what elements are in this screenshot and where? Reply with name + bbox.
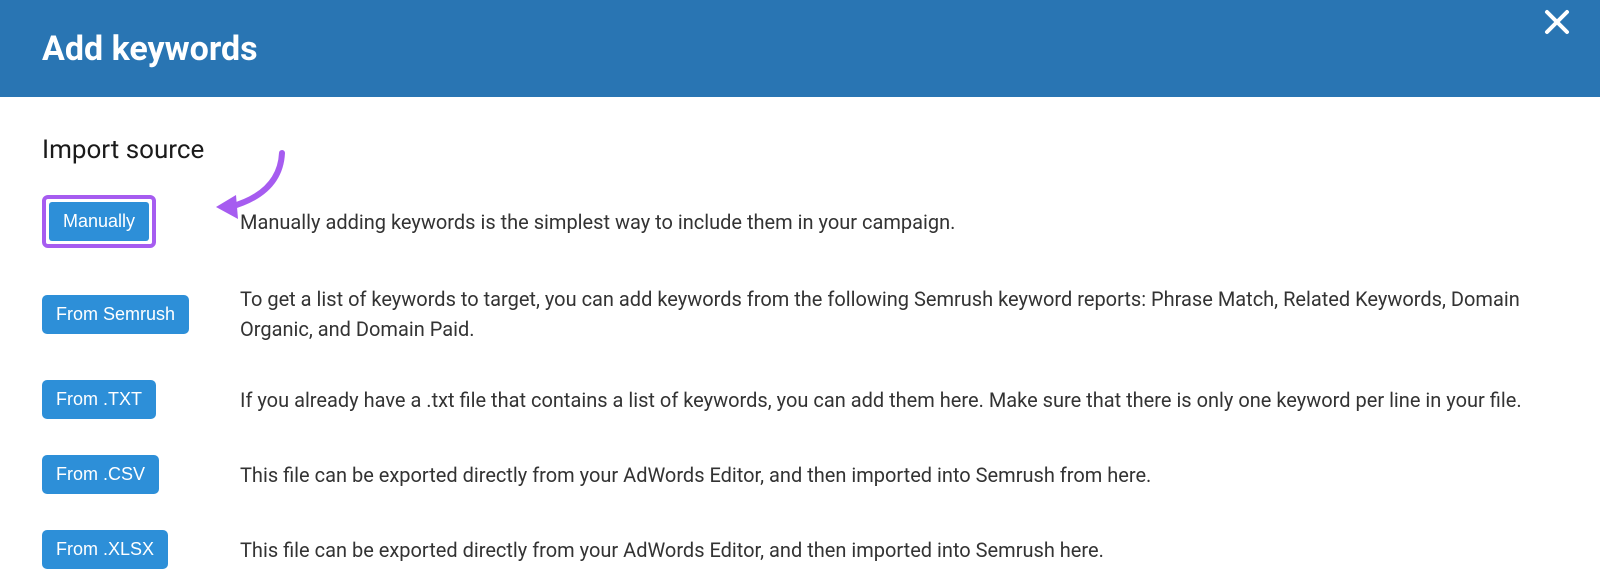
- import-from-csv-button[interactable]: From .CSV: [42, 455, 159, 494]
- import-from-semrush-button[interactable]: From Semrush: [42, 295, 189, 334]
- import-from-xlsx-button[interactable]: From .XLSX: [42, 530, 168, 569]
- button-wrapper: From .CSV: [42, 455, 212, 494]
- button-wrapper: From .TXT: [42, 380, 212, 419]
- import-from-txt-button[interactable]: From .TXT: [42, 380, 156, 419]
- option-description: Manually adding keywords is the simplest…: [240, 207, 1558, 237]
- option-row-xlsx: From .XLSX This file can be exported dir…: [42, 530, 1558, 569]
- modal-title: Add keywords: [42, 29, 258, 69]
- close-icon[interactable]: [1544, 9, 1570, 35]
- import-options: Manually Manually adding keywords is the…: [42, 195, 1558, 569]
- option-description: If you already have a .txt file that con…: [240, 385, 1558, 415]
- section-title: Import source: [42, 135, 1558, 165]
- option-description: To get a list of keywords to target, you…: [240, 284, 1558, 344]
- option-row-csv: From .CSV This file can be exported dire…: [42, 455, 1558, 494]
- modal-content: Import source Manually Manually adding k…: [0, 97, 1600, 569]
- button-wrapper: From Semrush: [42, 295, 212, 334]
- option-description: This file can be exported directly from …: [240, 535, 1558, 565]
- button-wrapper: Manually: [42, 195, 212, 248]
- button-wrapper: From .XLSX: [42, 530, 212, 569]
- option-row-txt: From .TXT If you already have a .txt fil…: [42, 380, 1558, 419]
- option-row-semrush: From Semrush To get a list of keywords t…: [42, 284, 1558, 344]
- highlight-border: Manually: [42, 195, 156, 248]
- modal-header: Add keywords: [0, 0, 1600, 97]
- import-manually-button[interactable]: Manually: [49, 202, 149, 241]
- option-description: This file can be exported directly from …: [240, 460, 1558, 490]
- option-row-manually: Manually Manually adding keywords is the…: [42, 195, 1558, 248]
